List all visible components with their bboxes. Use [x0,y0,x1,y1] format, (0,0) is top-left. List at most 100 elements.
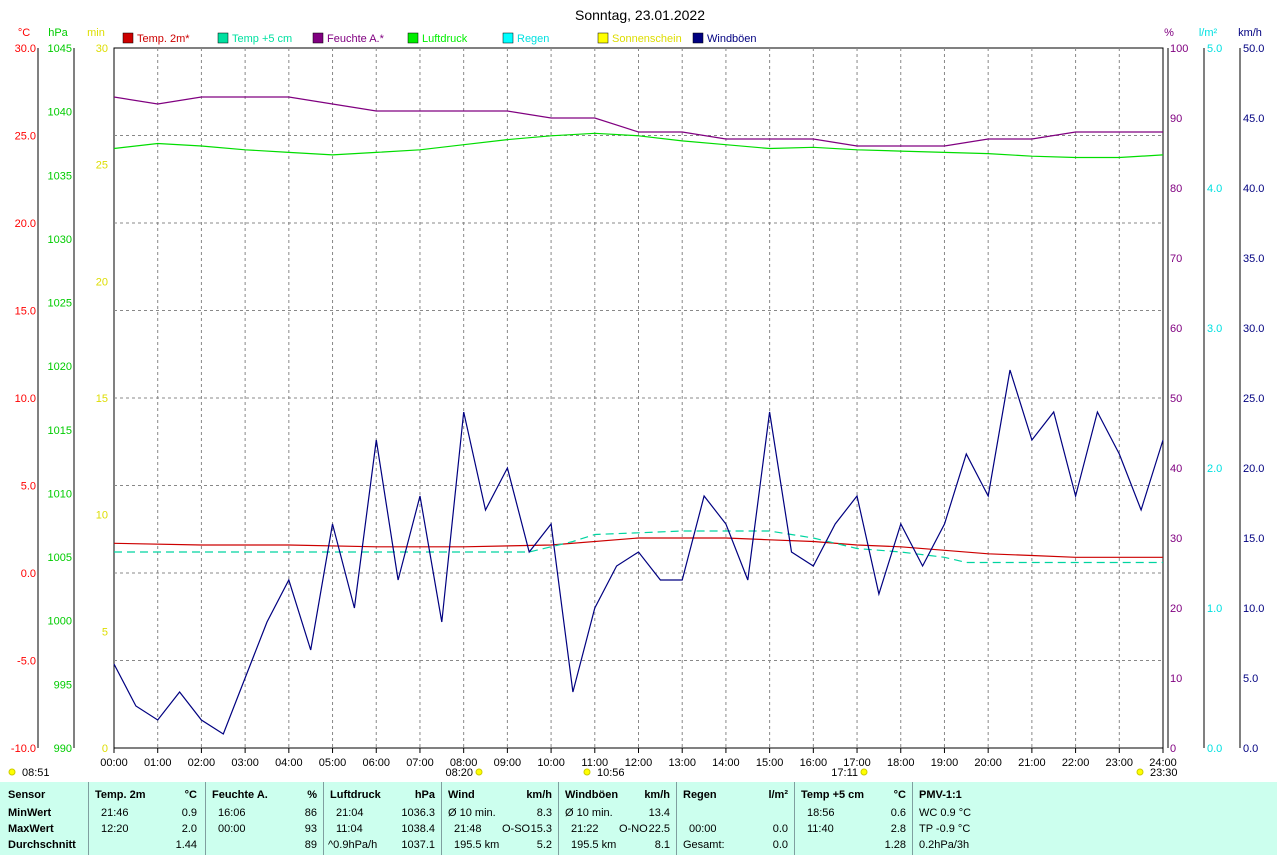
legend-label: Regen [517,33,549,45]
axis-tick-label-pressure: 1045 [48,43,72,55]
stats-value: 8.3 [536,807,552,819]
axis-tick-label-wind: 40.0 [1243,183,1264,195]
stats-unit: °C [184,789,197,801]
x-tick-label: 02:00 [188,757,216,769]
stats-value: 22.5 [648,823,670,835]
stats-time: 16:06 [218,807,246,819]
stats-header: Feuchte A. [212,789,268,801]
stats-feuchte-column: Feuchte A. % 16:06 86 00:00 93 89 [206,782,324,855]
axis-unit-temp: °C [18,27,30,39]
axis-tick-label-wind: 15.0 [1243,533,1264,545]
sun-marker-icon [583,768,591,776]
stats-trend: ^0.9hPa/h [328,839,378,851]
axis-tick-label-humidity: 20 [1170,603,1182,615]
time-marker-label: 17:11 [831,767,858,779]
legend-swatch [692,32,704,44]
axis-tick-label-pressure: 1005 [48,552,72,564]
axis-tick-label-pressure: 1015 [48,425,72,437]
stats-distance: 195.5 km [571,839,617,851]
axis-tick-label-temp: -5.0 [17,656,36,668]
axis-tick-label-sunshine: 10 [96,510,108,522]
axis-unit-humidity: % [1164,27,1174,39]
stats-value: 15.3 [530,823,552,835]
stats-value: 86 [304,807,317,819]
axis-tick-label-pressure: 1020 [48,361,72,373]
axis-unit-pressure: hPa [48,27,68,39]
legend-swatch [597,32,609,44]
stats-unit: hPa [414,789,435,801]
axis-tick-label-temp: 25.0 [15,131,36,143]
stats-unit: °C [893,789,906,801]
stats-header: Temp +5 cm [801,789,865,801]
axis-tick-label-pressure: 1025 [48,298,72,310]
axis-tick-label-temp: 10.0 [15,393,36,405]
stats-value: 1.28 [884,839,906,851]
stats-direction: O-SO [502,823,531,835]
axis-tick-label-pressure: 1000 [48,616,72,628]
stats-value: 0.9 [181,807,197,819]
stats-value: 1036.3 [401,807,435,819]
stats-label: Ø 10 min. [565,807,613,819]
axis-tick-label-humidity: 60 [1170,323,1182,335]
x-tick-label: 13:00 [668,757,696,769]
stats-value: 0.0 [772,839,788,851]
axis-tick-label-wind: 20.0 [1243,463,1264,475]
axis-tick-label-pressure: 1040 [48,107,72,119]
stats-label: Ø 10 min. [448,807,496,819]
stats-header: Regen [683,789,717,801]
stats-header: PMV-1:1 [919,789,962,801]
statistics-panel: Sensor MinWert MaxWert Durchschnitt Temp… [0,782,1277,855]
x-tick-label: 16:00 [800,757,828,769]
axis-tick-label-temp: -10.0 [11,743,36,755]
axis-tick-label-humidity: 0 [1170,743,1176,755]
stats-value: 1.44 [175,839,197,851]
x-tick-label: 05:00 [319,757,347,769]
stats-pmv-value: TP -0.9 °C [919,823,971,835]
stats-time: 21:22 [571,823,599,835]
legend-swatch [217,32,229,44]
axis-tick-label-humidity: 30 [1170,533,1182,545]
axis-tick-label-humidity: 40 [1170,463,1182,475]
axis-tick-label-rain: 3.0 [1207,323,1222,335]
x-tick-label: 14:00 [712,757,740,769]
stats-time: 11:04 [336,823,363,835]
stats-row-label: MinWert [8,807,52,819]
legend-label: Temp +5 cm [232,33,292,45]
stats-value: 0.0 [772,823,788,835]
time-marker-label: 08:20 [445,767,473,779]
axis-tick-label-pressure: 1010 [48,488,72,500]
stats-temp2m-column: Temp. 2m °C 21:46 0.9 12:20 2.0 1.44 [89,782,206,855]
stats-pmv-value: 0.2hPa/3h [919,839,970,851]
stats-wind-column: Wind km/h Ø 10 min. 8.3 21:48 O-SO 15.3 … [442,782,559,855]
chart-legend: Temp. 2m* Temp +5 cm Feuchte A.* Luftdruck R… [122,32,757,45]
legend-swatch [122,32,134,44]
axis-tick-label-temp: 5.0 [21,481,36,493]
legend-label: Sonnenschein [612,33,682,45]
chart-title: Sonntag, 23.01.2022 [575,7,705,23]
stats-unit: % [307,789,317,801]
axis-tick-label-wind: 5.0 [1243,673,1258,685]
time-marker-label: 10:56 [597,767,625,779]
x-tick-label: 04:00 [275,757,303,769]
axis-tick-label-temp: 0.0 [21,568,36,580]
axis-tick-label-humidity: 80 [1170,183,1182,195]
axis-tick-label-temp: 30.0 [15,43,36,55]
x-tick-label: 09:00 [494,757,522,769]
axis-tick-label-sunshine: 20 [96,276,108,288]
axis-tick-label-pressure: 1035 [48,170,72,182]
x-tick-label: 15:00 [756,757,784,769]
x-tick-label: 01:00 [144,757,172,769]
stats-pmv-column: PMV-1:1 WC 0.9 °C TP -0.9 °C 0.2hPa/3h [913,782,1033,855]
legend-label: Windböen [707,33,757,45]
axis-tick-label-temp: 20.0 [15,218,36,230]
stats-time: 12:20 [101,823,129,835]
stats-temp5-column: Temp +5 cm °C 18:56 0.6 11:40 2.8 1.28 [795,782,913,855]
stats-windboeen-column: Windböen km/h Ø 10 min. 13.4 21:22 O-NO … [559,782,677,855]
x-tick-label: 20:00 [974,757,1002,769]
axis-tick-label-rain: 2.0 [1207,463,1222,475]
axis-tick-label-humidity: 10 [1170,673,1182,685]
x-tick-label: 00:00 [100,757,128,769]
axis-tick-label-wind: 10.0 [1243,603,1264,615]
sun-marker-icon [860,768,868,776]
sun-marker-icon [1136,768,1144,776]
